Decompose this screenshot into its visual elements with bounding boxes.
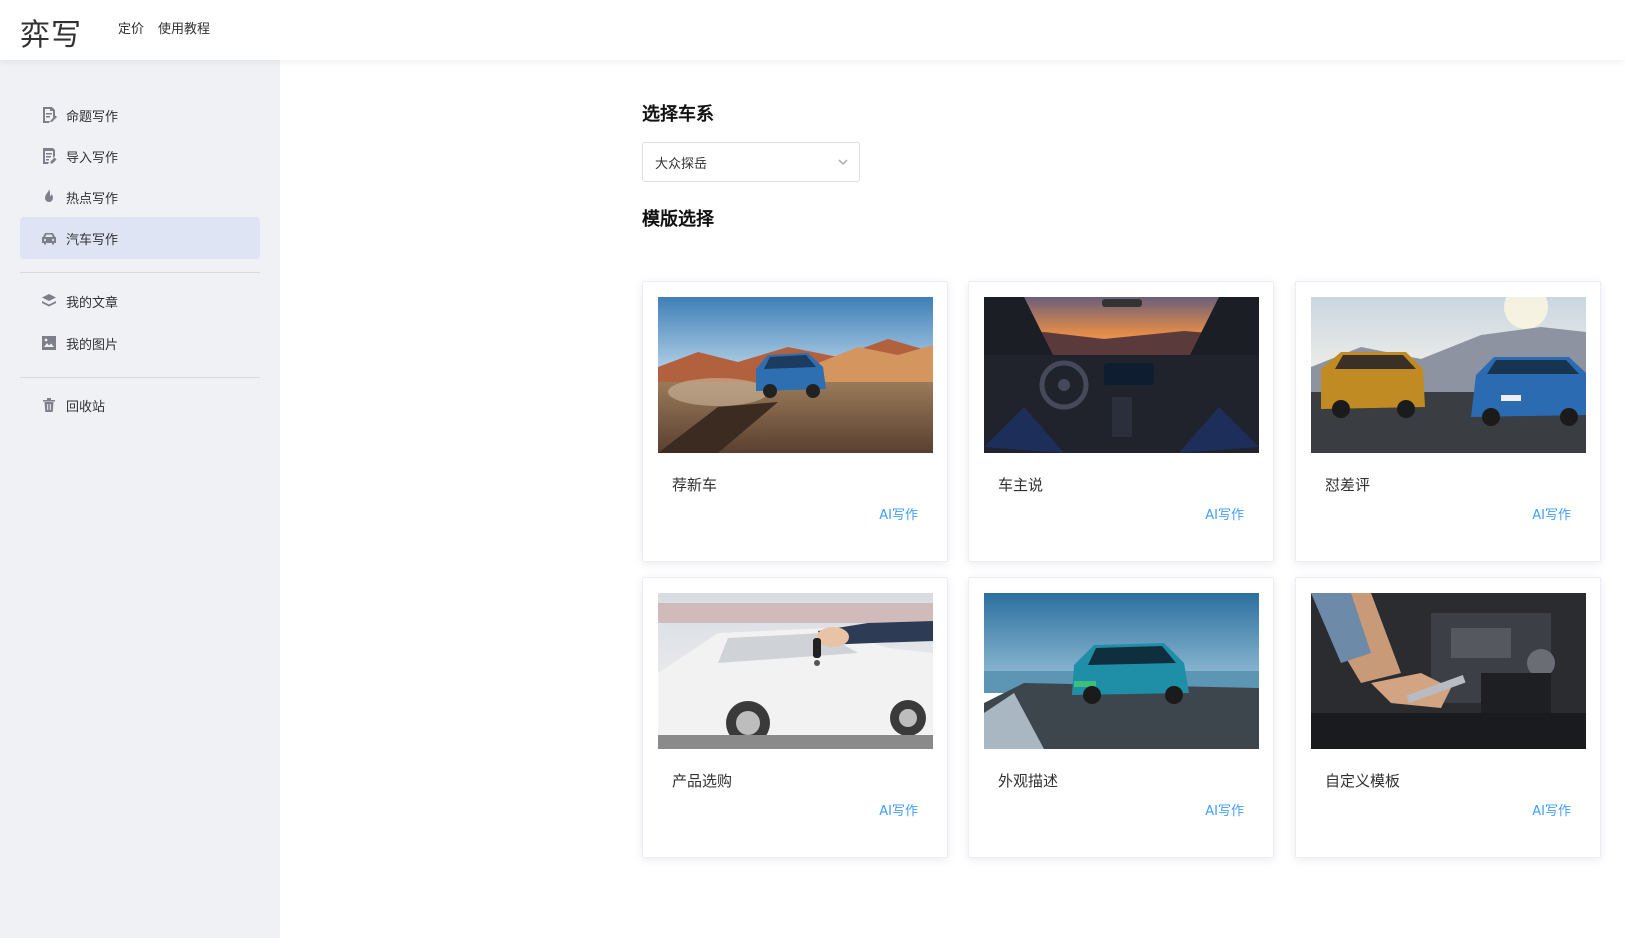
- card-title: 荐新车: [672, 476, 718, 494]
- sidebar-item-car-writing[interactable]: 汽车写作: [20, 217, 260, 259]
- car-series-select[interactable]: 大众探岳: [642, 142, 860, 182]
- card-title: 外观描述: [998, 772, 1059, 790]
- sidebar-item-recycle-bin[interactable]: 回收站: [20, 384, 260, 426]
- sidebar-item-my-images[interactable]: 我的图片: [20, 322, 260, 364]
- card-title: 车主说: [998, 476, 1044, 494]
- car-icon: [40, 229, 58, 247]
- ai-write-button[interactable]: AI写作: [1532, 504, 1571, 523]
- series-section-title: 选择车系: [642, 104, 714, 125]
- nav-pricing-link[interactable]: 定价: [118, 18, 144, 37]
- document-import-icon: [40, 147, 58, 165]
- card-image-car-interior: [984, 297, 1259, 453]
- ai-write-button[interactable]: AI写作: [879, 504, 918, 523]
- card-title: 产品选购: [672, 772, 733, 790]
- template-card-product-purchase[interactable]: 产品选购 AI写作: [642, 577, 948, 858]
- sidebar-item-label: 热点写作: [66, 191, 119, 207]
- image-icon: [40, 334, 58, 352]
- sidebar-item-label: 我的图片: [66, 337, 119, 353]
- template-card-new-car[interactable]: 荐新车 AI写作: [642, 281, 948, 562]
- sidebar-item-topic-writing[interactable]: 命题写作: [20, 94, 260, 136]
- chevron-down-icon: [837, 156, 849, 168]
- sidebar-divider: [20, 272, 260, 273]
- card-image-suv-desert: [658, 297, 933, 453]
- document-edit-icon: [40, 106, 58, 124]
- card-title: 自定义模板: [1325, 772, 1401, 790]
- sidebar-item-my-articles[interactable]: 我的文章: [20, 280, 260, 322]
- sidebar-item-label: 回收站: [66, 399, 106, 415]
- template-card-exterior-description[interactable]: 外观描述 AI写作: [968, 577, 1274, 858]
- ai-write-button[interactable]: AI写作: [1532, 800, 1571, 819]
- sidebar: 命题写作 导入写作 热点写作 汽车写作 我的文章 我的图片 回收站: [0, 60, 280, 938]
- template-card-custom-template[interactable]: 自定义模板 AI写作: [1295, 577, 1601, 858]
- sidebar-divider: [20, 377, 260, 378]
- ai-write-button[interactable]: AI写作: [1205, 504, 1244, 523]
- sidebar-item-label: 我的文章: [66, 295, 119, 311]
- card-image-engine-repair: [1311, 593, 1586, 749]
- car-series-select-value: 大众探岳: [655, 156, 708, 172]
- ai-write-button[interactable]: AI写作: [1205, 800, 1244, 819]
- sidebar-item-import-writing[interactable]: 导入写作: [20, 135, 260, 177]
- card-image-suv-coast: [984, 593, 1259, 749]
- card-image-two-suvs: [1311, 297, 1586, 453]
- ai-write-button[interactable]: AI写作: [879, 800, 918, 819]
- nav-tutorial-link[interactable]: 使用教程: [158, 18, 210, 37]
- sidebar-item-label: 汽车写作: [66, 232, 119, 248]
- top-header: 弈写 定价 使用教程: [0, 0, 1625, 60]
- card-title: 怼差评: [1325, 476, 1371, 494]
- layers-icon: [40, 292, 58, 310]
- trash-icon: [40, 396, 58, 414]
- flame-icon: [40, 188, 58, 206]
- top-nav: 定价 使用教程: [118, 18, 210, 37]
- sidebar-item-label: 命题写作: [66, 109, 119, 125]
- card-image-car-keys: [658, 593, 933, 749]
- sidebar-item-hot-writing[interactable]: 热点写作: [20, 176, 260, 218]
- sidebar-item-label: 导入写作: [66, 150, 119, 166]
- template-card-bad-review[interactable]: 怼差评 AI写作: [1295, 281, 1601, 562]
- template-section-title: 模版选择: [642, 209, 714, 230]
- template-card-owner-says[interactable]: 车主说 AI写作: [968, 281, 1274, 562]
- app-logo[interactable]: 弈写: [20, 10, 82, 54]
